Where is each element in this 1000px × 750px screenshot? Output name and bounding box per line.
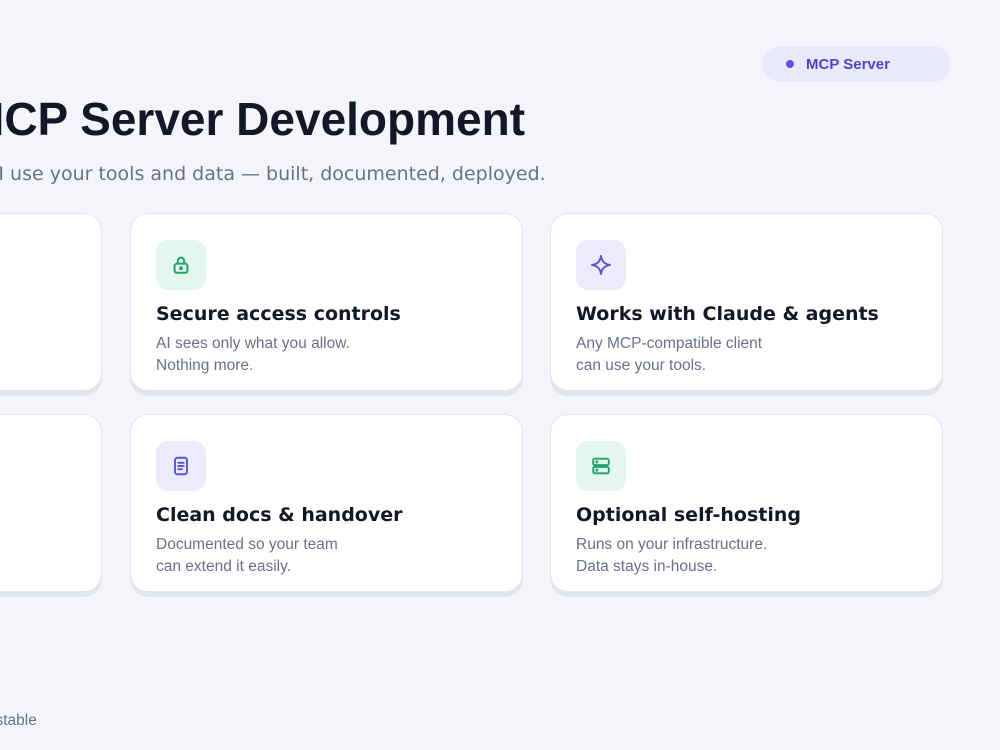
card-title: Optional self-hosting bbox=[576, 504, 802, 526]
card-description: AI sees only what you allow. Nothing more… bbox=[156, 335, 350, 374]
feature-card-clean-docs: Clean docs & handover Documented so your… bbox=[130, 414, 523, 592]
feature-card-self-hosting: Optional self-hosting Runs on your infra… bbox=[550, 414, 943, 592]
page-title: MCP Server Development bbox=[0, 93, 526, 145]
feature-card-secure-access: Secure access controls AI sees only what… bbox=[130, 213, 523, 391]
feature-card-custom-tools bbox=[0, 213, 102, 391]
badge-label: MCP Server bbox=[806, 55, 890, 73]
card-description: Runs on your infrastructure. Data stays i… bbox=[576, 536, 768, 575]
sparkle-icon bbox=[576, 240, 626, 290]
document-icon bbox=[156, 441, 206, 491]
card-title: Secure access controls bbox=[156, 303, 401, 325]
mcp-server-badge: MCP Server bbox=[762, 46, 951, 82]
server-icon bbox=[576, 441, 626, 491]
status-dot-icon bbox=[786, 60, 794, 68]
page: MCP Server MCP Server Development Let an… bbox=[0, 0, 1000, 750]
feature-card-works-with-claude: Works with Claude & agents Any MCP-compa… bbox=[550, 213, 943, 391]
lock-icon bbox=[156, 240, 206, 290]
card-description: Documented so your team can extend it eas… bbox=[156, 536, 338, 575]
feature-card-api-integration bbox=[0, 414, 102, 592]
footer-tagline: Claude & agents · Self-hostable bbox=[0, 712, 37, 729]
card-title: Works with Claude & agents bbox=[576, 303, 879, 325]
card-title: Clean docs & handover bbox=[156, 504, 403, 526]
card-description: Any MCP-compatible client can use your to… bbox=[576, 335, 763, 374]
page-subtitle: Let any AI use your tools and data — bui… bbox=[0, 163, 546, 185]
